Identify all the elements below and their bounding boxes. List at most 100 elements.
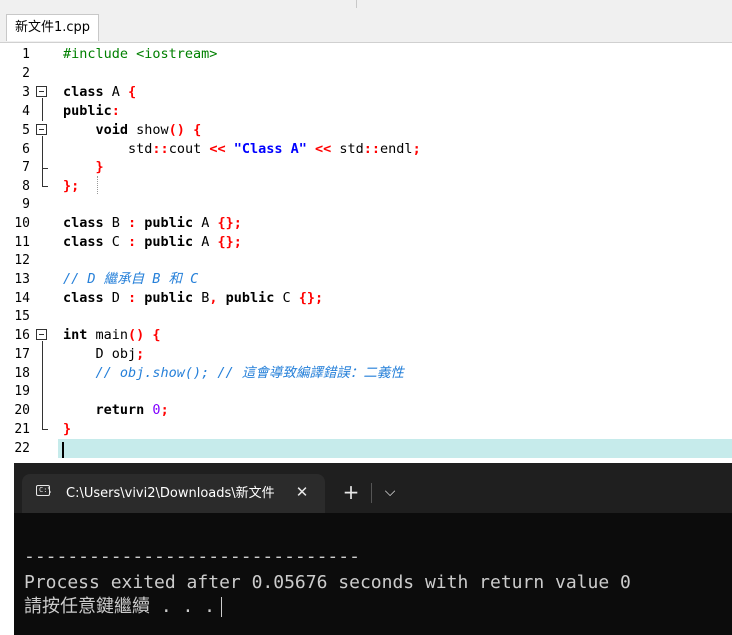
code-token: 0 — [144, 402, 161, 418]
code-line: class B : public A {}; — [63, 214, 242, 233]
code-token: A — [103, 84, 129, 100]
code-token: endl — [380, 141, 413, 157]
code-line: D obj; — [63, 345, 145, 364]
line-number: 2 — [22, 66, 30, 81]
code-editor[interactable]: 1 2 3 4 5 6 7 8 9 10 11 12 13 14 15 16 1… — [0, 43, 732, 463]
terminal-window: C:\ C:\Users\vivi2\Downloads\新文件1.exe ✕ … — [14, 463, 732, 635]
code-line: } — [63, 158, 104, 177]
code-comment: // obj.show(); // 這會導致編譯錯誤：二義性 — [95, 365, 404, 381]
line-number: 11 — [14, 235, 30, 250]
code-line: // D 繼承自 B 和 C — [63, 270, 198, 289]
close-icon[interactable]: ✕ — [292, 474, 312, 513]
code-token: ; — [136, 346, 145, 362]
fold-line — [42, 98, 43, 121]
code-token: : — [111, 103, 120, 119]
code-token: #include <iostream> — [63, 46, 218, 62]
code-line: // obj.show(); // 這會導致編譯錯誤：二義性 — [63, 364, 404, 383]
code-line: }; — [63, 177, 79, 196]
line-number: 10 — [14, 216, 30, 231]
code-token: C — [103, 234, 129, 250]
code-token: public — [217, 290, 275, 306]
code-line: class D : public B, public C {}; — [63, 289, 323, 308]
fold-collapse-icon[interactable] — [36, 329, 47, 340]
code-token: A — [193, 215, 218, 231]
code-token: ; — [412, 141, 421, 157]
new-tab-button[interactable]: + — [340, 476, 362, 508]
code-token: public — [63, 103, 112, 119]
code-token: ; — [160, 402, 169, 418]
code-token: B — [193, 290, 210, 306]
editor-tab-bar: 新文件1.cpp — [0, 10, 732, 43]
code-line: class A { — [63, 83, 136, 102]
code-token: std — [128, 141, 153, 157]
code-token: C — [274, 290, 299, 306]
code-token: }; — [63, 178, 80, 194]
code-token: : — [128, 215, 137, 231]
line-number: 14 — [14, 291, 30, 306]
code-token: cout — [168, 141, 210, 157]
code-token: public — [136, 290, 194, 306]
line-number: 6 — [22, 142, 30, 157]
code-token: "Class A" — [225, 141, 315, 157]
fold-end-marker — [42, 429, 48, 430]
line-number: 8 — [22, 179, 30, 194]
output-press-key: 請按任意鍵繼續 . . . — [24, 595, 223, 619]
code-token: { — [144, 327, 161, 343]
text-caret — [62, 442, 64, 458]
code-token: int — [63, 327, 88, 343]
code-token: :: — [363, 141, 381, 157]
code-token: << — [315, 141, 332, 157]
terminal-output[interactable]: ------------------------------- Process … — [14, 513, 732, 635]
line-number: 1 — [22, 47, 30, 62]
line-number: 7 — [22, 160, 30, 175]
code-token: std — [331, 141, 364, 157]
line-number: 12 — [14, 253, 30, 268]
fold-line — [42, 341, 43, 429]
code-token: : — [128, 234, 137, 250]
code-line: return 0; — [63, 401, 169, 420]
fold-collapse-icon[interactable] — [36, 86, 47, 97]
line-number: 22 — [14, 441, 30, 456]
fold-end-marker — [42, 186, 48, 187]
code-token: class — [63, 215, 104, 231]
fold-collapse-icon[interactable] — [36, 124, 47, 135]
code-token: void — [95, 122, 129, 138]
terminal-tab-bar: C:\ C:\Users\vivi2\Downloads\新文件1.exe ✕ … — [14, 463, 732, 513]
code-token: :: — [152, 141, 169, 157]
chevron-down-icon[interactable]: ⌵ — [380, 476, 400, 508]
code-line: class C : public A {}; — [63, 233, 242, 252]
line-number: 3 — [22, 85, 30, 100]
tab-file[interactable]: 新文件1.cpp — [6, 14, 100, 41]
fold-line — [42, 136, 43, 186]
code-token: B — [103, 215, 129, 231]
code-line: std::cout << "Class A" << std::endl; — [63, 140, 421, 159]
terminal-icon: C:\ — [36, 485, 52, 496]
press-key-text: 請按任意鍵繼續 . . . — [24, 596, 216, 617]
code-token: () — [128, 327, 145, 343]
line-number: 16 — [14, 328, 30, 343]
terminal-tab[interactable]: C:\ C:\Users\vivi2\Downloads\新文件1.exe ✕ — [22, 474, 325, 513]
code-token: } — [63, 421, 72, 437]
code-token: D — [103, 290, 129, 306]
line-number: 15 — [14, 309, 30, 324]
code-token: {}; — [217, 215, 242, 231]
code-token: class — [63, 290, 104, 306]
code-token: << — [209, 141, 226, 157]
code-line: public: — [63, 102, 120, 121]
code-token: { — [128, 84, 137, 100]
line-number: 4 — [22, 104, 30, 119]
code-token: public — [136, 234, 194, 250]
code-token: public — [136, 215, 194, 231]
toolbar-separator — [356, 0, 357, 8]
code-token: main — [87, 327, 129, 343]
code-line: } — [63, 420, 71, 439]
code-token: class — [63, 84, 104, 100]
line-number: 18 — [14, 366, 30, 381]
code-token: : — [128, 290, 137, 306]
terminal-icon-label: C:\ — [39, 486, 52, 494]
